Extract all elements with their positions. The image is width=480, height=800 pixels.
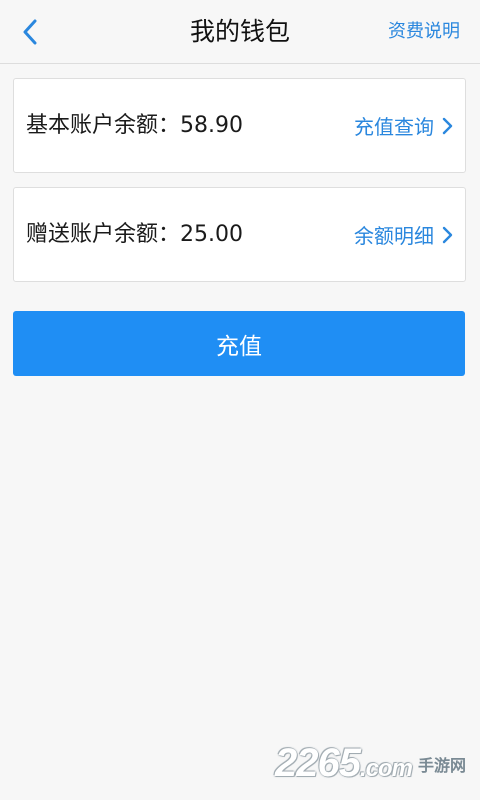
watermark-text: 手游网 xyxy=(417,755,466,775)
chevron-right-icon xyxy=(442,117,453,134)
watermark-logo: 2265.com xyxy=(274,741,413,785)
fee-description-link[interactable]: 资费说明 xyxy=(388,0,460,64)
bonus-account-balance: 赠送账户余额：25.00 xyxy=(26,222,243,247)
basic-account-balance: 基本账户余额：58.90 xyxy=(26,113,243,138)
top-bar: 我的钱包 资费说明 xyxy=(0,0,480,64)
watermark: 2265.com 手游网 xyxy=(275,741,466,786)
chevron-left-icon xyxy=(23,19,37,45)
bonus-account-card: 赠送账户余额：25.00 余额明细 xyxy=(13,187,466,282)
recharge-button[interactable]: 充值 xyxy=(13,311,465,376)
balance-detail-link[interactable]: 余额明细 xyxy=(354,188,453,281)
recharge-query-link[interactable]: 充值查询 xyxy=(354,79,453,172)
basic-account-card: 基本账户余额：58.90 充值查询 xyxy=(13,78,466,173)
chevron-right-icon xyxy=(442,226,453,243)
back-button[interactable] xyxy=(10,12,50,52)
recharge-query-label: 充值查询 xyxy=(354,115,434,139)
balance-detail-label: 余额明细 xyxy=(354,224,434,248)
